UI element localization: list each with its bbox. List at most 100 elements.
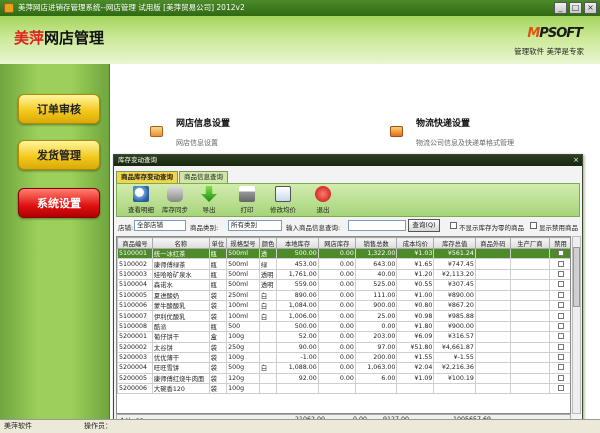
query-input[interactable] (348, 220, 406, 231)
column-header[interactable]: 单位 (208, 237, 228, 249)
nav-settings-button[interactable]: 系统设置 (18, 188, 100, 218)
table-cell: 5200006 (117, 383, 153, 395)
dialog-tabs: 商品库存变动查询 商品信息查询 (116, 171, 229, 183)
store-settings-icon[interactable] (150, 126, 163, 137)
print-button[interactable]: 打印 (231, 186, 263, 214)
show-disabled-label: 显示禁用商品 (539, 224, 578, 232)
window-controls: _ □ × (554, 2, 597, 14)
column-header[interactable]: 规格型号 (226, 237, 260, 249)
table-cell (276, 383, 319, 395)
table-row[interactable]: 5200001 葡仔饼干盒 100g 52.00 0.00 203.00 ¥6.09 ¥316… (117, 331, 570, 343)
table-cell: 5200004 (117, 362, 153, 374)
table-row[interactable]: 5200006 大碗香120 袋 100g (117, 383, 570, 395)
table-row[interactable]: 5200005 康师傅红烧牛肉面袋 120g 92.00 0.00 6.00 ¥1.09 ¥1… (117, 372, 570, 385)
column-header[interactable]: 本地库存 (276, 237, 319, 249)
table-cell: 袋 (208, 351, 228, 364)
disabled-checkbox[interactable] (557, 250, 564, 257)
column-header[interactable]: 名称 (151, 237, 210, 249)
tab-inventory-changes[interactable]: 商品库存变动查询 (116, 171, 178, 183)
column-header[interactable]: 禁用 (549, 237, 570, 249)
table-cell: 旺旺雪饼 (151, 362, 210, 374)
disabled-checkbox[interactable] (557, 322, 564, 329)
table-cell: ¥561.24 (433, 247, 476, 260)
tab-product-info[interactable]: 商品信息查询 (179, 171, 228, 183)
logistics-settings-icon[interactable] (390, 126, 403, 137)
query-button[interactable]: 查询(Q) (408, 219, 440, 232)
table-cell: 瓶 (208, 268, 228, 281)
column-header[interactable]: 网店库存 (317, 237, 356, 249)
table-row[interactable]: 5200002 太谷饼袋 250g 90.00 0.00 97.00 ¥51.80 ¥4,66… (117, 341, 570, 353)
table-scrollbar[interactable] (572, 236, 581, 414)
exit-button[interactable]: 退出 (307, 186, 339, 214)
table-cell: ¥747.45 (433, 258, 476, 270)
table-cell (258, 383, 278, 395)
table-cell (509, 383, 551, 395)
table-cell: 5100003 (117, 268, 153, 281)
dialog-close-button[interactable]: × (573, 155, 579, 166)
table-cell (549, 268, 570, 281)
column-header[interactable]: 生产厂商 (509, 237, 551, 249)
table-cell: 袋 (208, 372, 228, 385)
table-cell: -1.00 (276, 351, 319, 364)
table-row[interactable]: 5100003 娃哈哈矿泉水瓶 500ml 透明 1,761.00 0.00 40.00 ¥1… (117, 268, 570, 281)
table-cell: 500ml (226, 279, 260, 291)
table-cell: 100g (226, 351, 260, 364)
column-header[interactable]: 库存总值 (433, 237, 476, 249)
disabled-checkbox[interactable] (557, 333, 564, 340)
table-cell: 5200001 (117, 331, 153, 343)
logistics-settings-link[interactable]: 物流快递设置 (416, 116, 470, 129)
column-header[interactable]: 商品外码 (474, 237, 511, 249)
store-settings-link[interactable]: 网店信息设置 (176, 116, 230, 129)
hide-zero-stock-checkbox[interactable] (450, 222, 457, 229)
table-cell (433, 383, 476, 395)
maximize-button[interactable]: □ (569, 2, 582, 14)
table-row[interactable]: 5100008 酷派瓶 500 500.00 0.00 0.00 ¥1.80 ¥900.00 (117, 320, 570, 333)
table-cell: 97.00 (354, 341, 398, 353)
table-cell: 5200002 (117, 341, 153, 353)
dialog-title: 库存变动查询 (118, 156, 157, 164)
close-window-button[interactable]: × (584, 2, 597, 14)
disabled-checkbox[interactable] (557, 312, 564, 319)
column-header[interactable]: 成本均价 (396, 237, 435, 249)
nav-shipping-button[interactable]: 发货管理 (18, 140, 100, 170)
column-header[interactable]: 商品编号 (117, 237, 153, 249)
table-row[interactable]: 5200004 旺旺雪饼袋 500g 白 1,088.00 0.00 1,063.00 ¥2.… (117, 362, 570, 374)
table-row[interactable]: 5100004 森诺水瓶 500ml 透明 559.00 0.00 525.00 ¥0.55 ¥… (117, 279, 570, 291)
disabled-checkbox[interactable] (557, 281, 564, 288)
table-row[interactable]: 5100001 统一冰红茶瓶 500ml 透 500.00 0.00 1,322.00 ¥1.… (117, 247, 570, 260)
table-row[interactable]: 5100007 伊利优酸乳袋 100ml 白 1,006.00 0.00 25.00 ¥0.9… (117, 310, 570, 322)
sync-stock-button[interactable]: 库存同步 (159, 186, 191, 214)
disabled-checkbox[interactable] (557, 364, 564, 371)
table-cell: ¥0.80 (396, 299, 435, 312)
table-row[interactable]: 5100005 夏进酸奶袋 250ml 白 890.00 0.00 111.00 ¥1.00 ¥… (117, 289, 570, 301)
disabled-checkbox[interactable] (557, 260, 564, 267)
store-label: 店铺: (118, 224, 134, 232)
export-button[interactable]: 导出 (193, 186, 225, 214)
column-header[interactable]: 销售总数 (354, 237, 398, 249)
disabled-checkbox[interactable] (557, 291, 564, 298)
table-row[interactable]: 5100002 康师傅绿茶瓶 500ml 绿 453.00 0.00 643.00 ¥1.65… (117, 258, 570, 270)
column-header[interactable]: 颜色 (258, 237, 278, 249)
view-details-button[interactable]: 查看明细 (125, 186, 157, 214)
disabled-checkbox[interactable] (557, 302, 564, 309)
disabled-checkbox[interactable] (557, 354, 564, 361)
disabled-checkbox[interactable] (557, 374, 564, 381)
disabled-checkbox[interactable] (557, 270, 564, 277)
table-cell (549, 299, 570, 312)
inventory-table[interactable]: 商品编号 名称 单位 规格型号 颜色 本地库存 网店库存 销售总数 成本均价 库存总值 商品外码 生产… (116, 236, 571, 414)
edit-average-price-button[interactable]: 修改均价 (267, 186, 299, 214)
disabled-checkbox[interactable] (557, 385, 564, 392)
disabled-checkbox[interactable] (557, 343, 564, 350)
table-row[interactable]: 5100006 蒙牛酸酸乳袋 100ml 白 1,084.00 0.00 900.00 ¥0.… (117, 299, 570, 312)
category-select[interactable]: 所有类别 (228, 220, 282, 231)
scroll-thumb[interactable] (573, 247, 580, 307)
store-select[interactable]: 全部店铺 (134, 220, 186, 231)
table-row[interactable]: 5200003 优优薄干袋 100g -1.00 0.00 200.00 ¥1.55 ¥-1.… (117, 351, 570, 364)
minimize-button[interactable]: _ (554, 2, 567, 14)
table-cell: 453.00 (276, 258, 319, 270)
table-cell: 40.00 (354, 268, 398, 281)
nav-order-review-button[interactable]: 订单审核 (18, 94, 100, 124)
table-cell: ¥307.45 (433, 279, 476, 291)
table-cell: 优优薄干 (151, 351, 210, 364)
show-disabled-checkbox[interactable] (530, 222, 537, 229)
